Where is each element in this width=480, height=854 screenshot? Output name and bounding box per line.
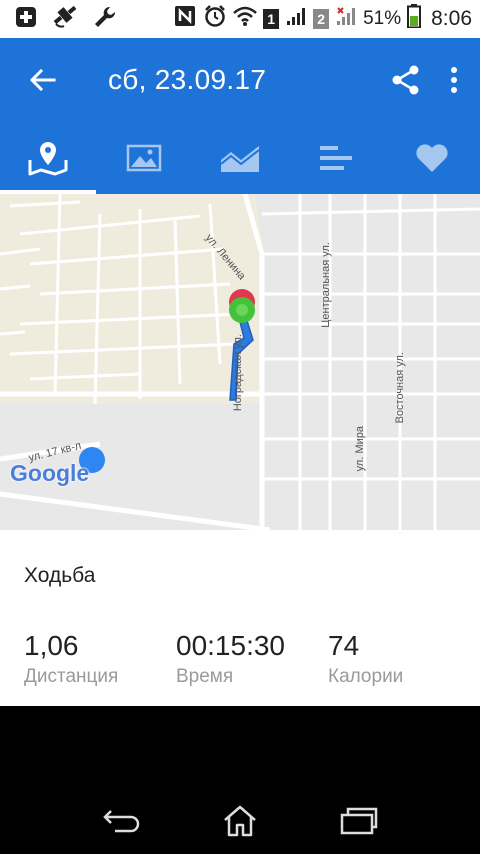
home-nav-icon [224, 805, 256, 837]
tab-stats[interactable] [288, 122, 384, 194]
stat-label: Дистанция [24, 666, 119, 687]
street-label-centralnaya: Центральная ул. [320, 242, 332, 328]
back-nav-icon [103, 810, 140, 833]
back-button[interactable] [16, 54, 68, 106]
street-label-vostochnaya: Восточная ул. [394, 352, 406, 424]
stat-distance: 1,06 Дистанция [24, 630, 118, 688]
more-vert-icon [451, 67, 457, 93]
tab-chart[interactable] [192, 122, 288, 194]
stat-value: 00:15:30 [176, 630, 285, 661]
nav-home-button[interactable] [215, 801, 265, 841]
route-map[interactable]: ул. Ленина Центральная ул. Ноградская ул… [0, 194, 480, 530]
wrench-icon [92, 4, 118, 35]
add-icon [14, 5, 38, 34]
stat-time: 00:15:30 Время [176, 630, 285, 688]
nfc-icon [173, 4, 197, 34]
nav-back-button[interactable] [96, 801, 146, 841]
more-options-button[interactable] [450, 66, 458, 94]
alarm-icon [203, 4, 227, 34]
tab-bar [0, 122, 480, 194]
sim2-badge: 2 [313, 9, 330, 29]
battery-percent: 51% [363, 8, 402, 29]
page-title: сб, 23.09.17 [108, 64, 267, 95]
chart-area-icon [220, 146, 260, 172]
tab-photos[interactable] [96, 122, 192, 194]
photo-icon [126, 144, 162, 172]
signal-icon [335, 5, 357, 33]
stat-value: 1,06 [24, 630, 79, 661]
clock: 8:06 [431, 7, 472, 30]
tab-map[interactable] [0, 122, 96, 194]
satellite-icon [52, 4, 78, 35]
sim1-badge: 1 [263, 9, 280, 29]
heart-icon [416, 144, 448, 172]
street-label-nogradskaya: Ноградская ул. [232, 334, 244, 412]
wifi-icon [233, 5, 257, 33]
stat-label: Время [176, 666, 234, 687]
status-bar: 1 2 51% 8:06 [0, 0, 480, 38]
activity-name: Ходьба [24, 564, 96, 587]
tab-heart[interactable] [384, 122, 480, 194]
share-icon [392, 65, 419, 95]
map-icon [28, 142, 68, 176]
stat-value: 74 [328, 630, 360, 661]
recents-nav-icon [340, 807, 378, 835]
activity-summary: Ходьба 1,06 Дистанция 00:15:30 Время 74 … [0, 530, 480, 706]
battery-icon [407, 4, 422, 34]
stat-label: Калории [328, 666, 404, 687]
street-label-mira: ул. Мира [354, 426, 366, 472]
signal-icon [285, 5, 307, 33]
share-button[interactable] [390, 64, 422, 96]
nav-recents-button[interactable] [334, 801, 384, 841]
bars-icon [320, 146, 352, 170]
stat-calories: 74 Калории [328, 630, 403, 688]
app-bar: сб, 23.09.17 [0, 38, 480, 122]
arrow-back-icon [29, 68, 56, 92]
system-nav-bar [0, 706, 480, 854]
google-logo: Google [10, 460, 90, 486]
